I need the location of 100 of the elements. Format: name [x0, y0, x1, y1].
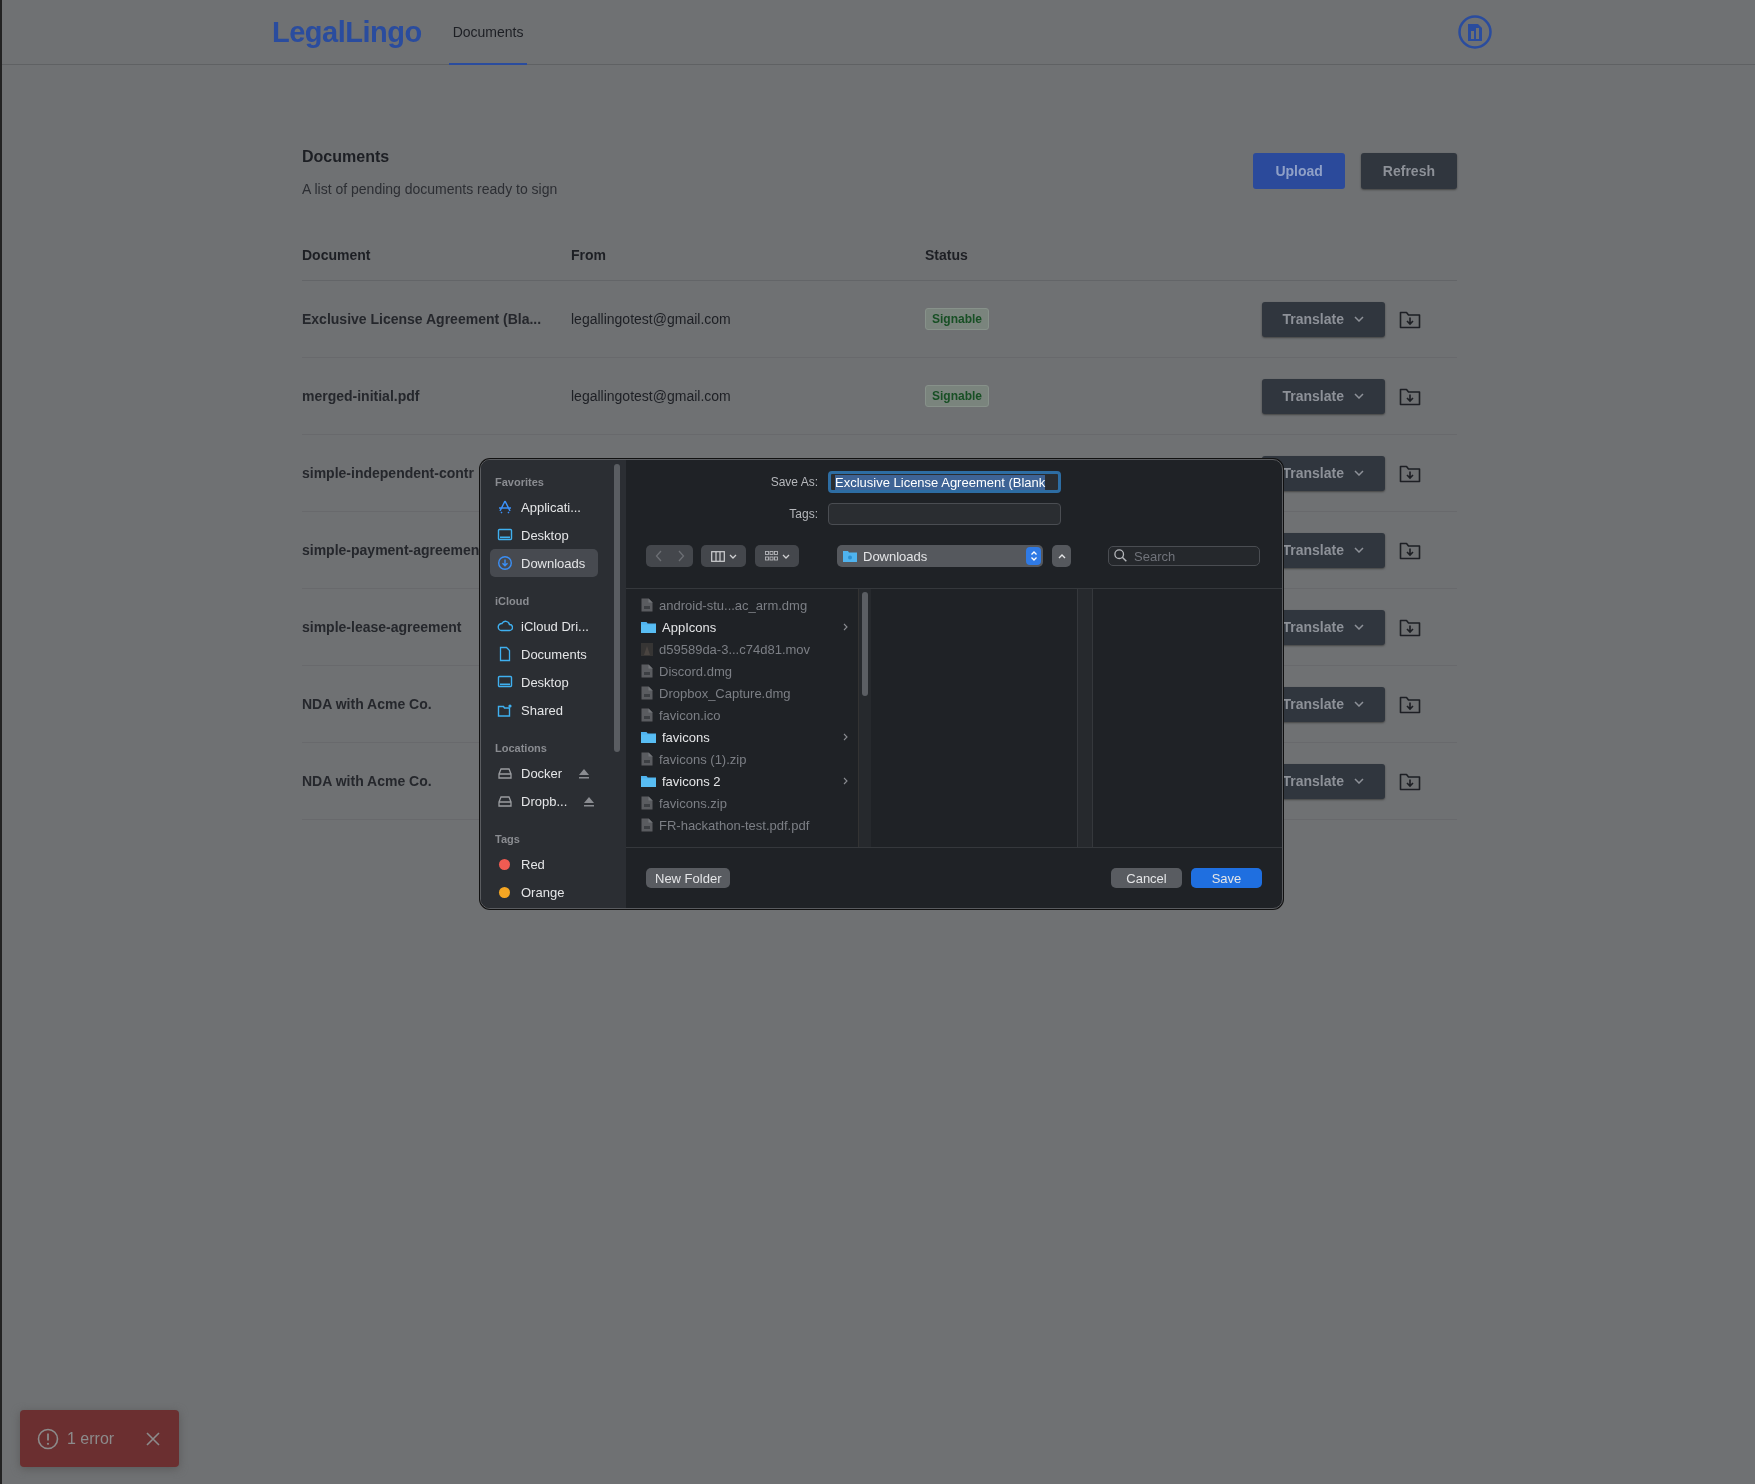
chevron-right-icon	[843, 733, 848, 741]
status-badge: Signable	[925, 385, 989, 407]
file-icon	[641, 752, 653, 766]
sidebar-heading: Locations	[495, 742, 548, 754]
folder-download-icon[interactable]	[1399, 386, 1421, 406]
back-icon	[654, 550, 663, 562]
stepper-icon	[1029, 550, 1038, 562]
chevron-up-icon	[1057, 553, 1066, 559]
chevron-down-icon	[781, 553, 790, 559]
upload-button[interactable]: Upload	[1253, 153, 1345, 189]
chevron-down-icon	[1354, 624, 1364, 630]
table-cell: Exclusive License Agreement (Bla...	[302, 311, 542, 327]
file-icon	[641, 664, 653, 678]
table-cell: simple-lease-agreement	[302, 619, 462, 635]
refresh-button[interactable]: Refresh	[1360, 153, 1457, 189]
table-cell: legallingotest@gmail.com	[571, 388, 731, 404]
folder-icon	[641, 775, 656, 787]
list-scrollbar[interactable]	[862, 592, 868, 696]
sidebar-item[interactable]: Dropb...	[490, 787, 598, 815]
eject-icon	[578, 767, 591, 779]
sidebar-heading: Tags	[495, 833, 521, 845]
sidebar-item[interactable]: Desktop	[490, 521, 598, 549]
nav-tab[interactable]: Documents	[448, 0, 528, 65]
columns-icon	[710, 550, 725, 562]
chevron-down-icon	[1354, 778, 1364, 784]
close-icon[interactable]	[146, 1431, 160, 1446]
folder-download-icon[interactable]	[1399, 771, 1421, 791]
new-folder-button[interactable]: New Folder	[646, 868, 731, 889]
folder-download-icon[interactable]	[1399, 694, 1421, 714]
grid-icon	[764, 550, 778, 562]
sidebar-item[interactable]: Downloads	[490, 549, 598, 577]
folder-download-icon[interactable]	[1399, 463, 1421, 483]
file-icon	[641, 708, 653, 722]
sidebar-item[interactable]: Orange	[490, 878, 598, 906]
folder-download-icon[interactable]	[1399, 540, 1421, 560]
folder-icon	[641, 731, 656, 743]
chevron-right-icon	[843, 777, 848, 785]
sidebar-item[interactable]: iCloud Dri...	[490, 612, 598, 640]
chevron-right-icon	[843, 623, 848, 631]
download-icon	[497, 555, 513, 571]
table-cell: NDA with Acme Co.	[302, 773, 432, 789]
view-mode-button[interactable]	[701, 545, 746, 567]
collapse-button[interactable]	[1052, 545, 1071, 567]
shared-folder-icon	[497, 702, 513, 718]
drive-icon	[497, 793, 513, 809]
translate-button[interactable]: Translate	[1261, 378, 1385, 414]
location-popup[interactable]: Downloads	[837, 545, 1043, 567]
search-icon	[1114, 549, 1127, 562]
document-icon	[497, 646, 513, 662]
table-cell: NDA with Acme Co.	[302, 696, 432, 712]
group-button[interactable]	[755, 545, 799, 567]
file-icon	[641, 818, 653, 832]
section-subtitle: A list of pending documents ready to sign	[302, 181, 558, 197]
file-row[interactable]: favicons	[626, 726, 858, 748]
cloud-icon	[497, 618, 513, 634]
drive-icon	[497, 765, 513, 781]
sidebar-heading: iCloud	[495, 595, 531, 607]
field-label: Tags:	[788, 507, 819, 521]
cancel-button[interactable]: Cancel	[1111, 868, 1182, 889]
sidebar-item[interactable]: Docker	[490, 759, 598, 787]
column-header: Status	[925, 247, 969, 265]
status-badge: Signable	[925, 308, 989, 330]
error-count: 1 error	[67, 1429, 116, 1448]
app-logo: LegalLingo	[272, 15, 422, 49]
sidebar-heading: Favorites	[495, 476, 545, 488]
forward-icon	[676, 550, 685, 562]
desktop-icon	[497, 527, 513, 543]
chevron-down-icon	[1354, 393, 1364, 399]
sidebar-scrollbar[interactable]	[614, 464, 620, 752]
chevron-down-icon	[1354, 701, 1364, 707]
sidebar-item[interactable]: Desktop	[490, 668, 598, 696]
folder-download-icon[interactable]	[1399, 309, 1421, 329]
translate-button[interactable]: Translate	[1261, 301, 1385, 337]
back-forward-buttons[interactable]	[646, 545, 693, 567]
chevron-down-icon	[728, 553, 737, 559]
tags-field[interactable]	[828, 503, 1061, 525]
chevron-down-icon	[1354, 316, 1364, 322]
sidebar-item[interactable]: Documents	[490, 640, 598, 668]
sidebar-item[interactable]: Applicati...	[490, 493, 598, 521]
folder-download-icon[interactable]	[1399, 617, 1421, 637]
save-button[interactable]: Save	[1191, 868, 1262, 889]
column-header: Document	[302, 247, 372, 265]
folder-icon	[843, 550, 857, 562]
file-row[interactable]: favicons 2	[626, 770, 858, 792]
file-name-field[interactable]: Exclusive License Agreement (Blank	[828, 471, 1061, 493]
chevron-down-icon	[1354, 470, 1364, 476]
column-header: From	[571, 247, 607, 265]
folder-icon	[641, 621, 656, 633]
search-field[interactable]: Search	[1108, 546, 1260, 566]
sidebar-item[interactable]: Red	[490, 850, 598, 878]
section-title: Documents	[302, 148, 391, 166]
field-label: Save As:	[769, 475, 819, 489]
file-icon	[641, 796, 653, 810]
table-cell: legallingotest@gmail.com	[571, 311, 731, 327]
table-cell: simple-independent-contr	[302, 465, 474, 481]
file-row[interactable]: AppIcons	[626, 616, 858, 638]
sidebar-item[interactable]: Shared	[490, 696, 598, 724]
file-icon	[641, 598, 653, 612]
alert-icon	[37, 1427, 59, 1450]
desktop-icon	[497, 674, 513, 690]
